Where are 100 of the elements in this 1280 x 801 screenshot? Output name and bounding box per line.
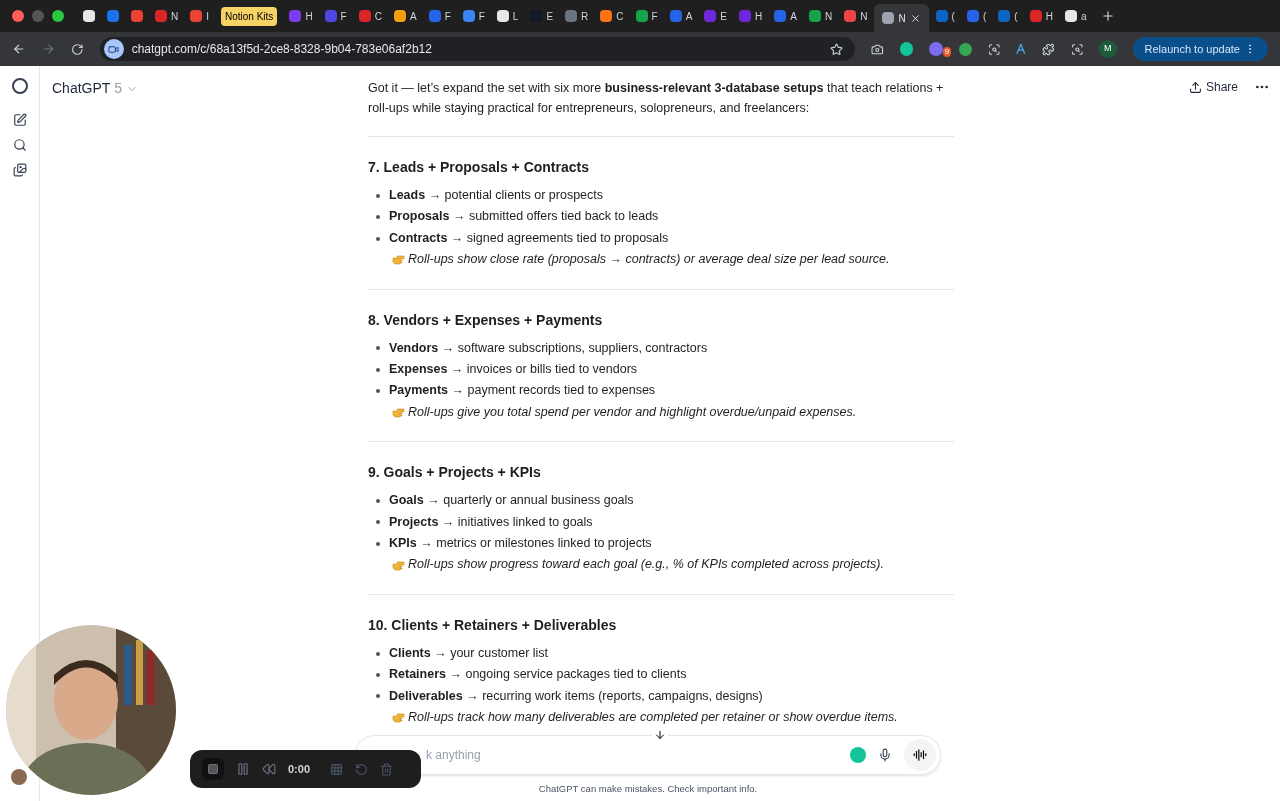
tab-label: F	[651, 9, 658, 24]
model-selector[interactable]: ChatGPT 5	[52, 78, 139, 99]
recording-time: 0:00	[288, 761, 311, 777]
roll-up-note: Roll-ups track how many deliverables are completed per retainer or show overdue items.	[408, 709, 898, 727]
browser-tab[interactable]: F	[423, 4, 456, 28]
tab-label: (	[951, 9, 955, 24]
bullet-icon	[376, 673, 380, 677]
maximize-window-icon[interactable]	[52, 10, 64, 22]
roll-up-note: Roll-ups give you total spend per vendor and highlight overdue/unpaid expenses.	[408, 403, 857, 421]
browser-tab[interactable]: N	[150, 4, 184, 28]
bullet-icon	[376, 651, 380, 656]
pause-icon[interactable]	[236, 762, 250, 776]
browser-tab[interactable]: F	[630, 4, 663, 28]
list-item-text: Retainers → ongoing service packages tied to clients	[389, 666, 687, 684]
bullet-icon	[376, 541, 380, 546]
rewind-icon[interactable]	[262, 762, 276, 776]
restart-icon[interactable]	[355, 762, 369, 776]
tab-label: N	[860, 9, 868, 24]
browser-tab[interactable]: L	[491, 4, 524, 28]
bullet-icon	[376, 193, 380, 198]
bullet-icon	[376, 498, 380, 503]
tab-label: N	[171, 9, 179, 24]
browser-tab[interactable]: R	[560, 4, 594, 28]
browser-tab[interactable]: E	[525, 4, 559, 28]
reload-icon[interactable]	[71, 42, 84, 56]
address-bar[interactable]: chatgpt.com/c/68a13f5d-2ce8-8328-9b04-783e06af2b12	[99, 37, 856, 61]
browser-tab[interactable]: N	[874, 4, 929, 32]
browser-tab[interactable]: F	[457, 4, 490, 28]
close-window-icon[interactable]	[12, 10, 24, 22]
tab-label: F	[478, 9, 485, 24]
bullet-icon	[376, 389, 380, 394]
video-site-icon	[103, 39, 124, 59]
play-extension-icon[interactable]	[959, 42, 972, 56]
bullet-icon	[376, 367, 380, 372]
section-heading: 9. Goals + Projects + KPIs	[368, 463, 542, 483]
tab-label: C	[616, 9, 624, 24]
bullet-icon	[376, 694, 380, 699]
extensions-icon[interactable]	[1042, 42, 1055, 56]
share-button[interactable]: Share	[1188, 78, 1238, 96]
browser-tab[interactable]: E	[699, 4, 732, 28]
pointing-hand-icon	[392, 407, 405, 419]
tab-label: Notion Kits	[221, 6, 278, 26]
tab-label: H	[305, 9, 313, 24]
magnifier-extension-icon[interactable]	[987, 42, 1001, 56]
back-icon[interactable]	[12, 42, 26, 56]
tab-label: I	[206, 9, 209, 24]
profile-avatar[interactable]: M	[1099, 40, 1117, 58]
tab-label: F	[340, 9, 347, 24]
voice-waveform-icon	[913, 748, 927, 762]
relaunch-button[interactable]: Relaunch to update	[1132, 37, 1268, 61]
browser-tab[interactable]: N	[839, 4, 873, 28]
browser-tab[interactable]: (	[993, 4, 1023, 28]
browser-tab[interactable]: (	[930, 4, 960, 28]
pointing-hand-icon	[392, 559, 405, 571]
section-heading: 8. Vendors + Expenses + Payments	[368, 310, 604, 330]
new-tab-icon[interactable]	[1101, 9, 1116, 23]
tab-label: (	[1014, 9, 1018, 24]
browser-tab[interactable]: H	[1024, 4, 1058, 28]
user-avatar[interactable]	[11, 769, 27, 785]
browser-tab[interactable]: I	[185, 4, 214, 28]
browser-tab[interactable]: A	[664, 4, 698, 28]
extension-icon[interactable]	[929, 42, 944, 56]
browser-tab[interactable]: H	[284, 4, 318, 28]
tab-label: R	[581, 9, 589, 24]
browser-tab[interactable]: A	[388, 4, 422, 28]
logo-icon[interactable]	[11, 78, 28, 94]
close-tab-icon[interactable]	[909, 12, 921, 24]
stop-icon	[207, 763, 219, 775]
browser-tab[interactable]: C	[353, 4, 387, 28]
list-item-text: Payments → payment records tied to expenses	[389, 382, 656, 400]
microphone-icon[interactable]	[878, 748, 892, 762]
tab-label: H	[1045, 9, 1053, 24]
browser-tab[interactable]: Notion Kits	[216, 4, 283, 28]
tab-search-icon[interactable]	[1070, 42, 1084, 56]
camera-icon[interactable]	[871, 42, 884, 56]
share-icon	[1188, 80, 1202, 94]
pointing-hand-icon	[392, 254, 405, 266]
stop-button[interactable]	[202, 758, 224, 780]
tab-label: C	[374, 9, 382, 24]
disclaimer-text: ChatGPT can make mistakes. Check important info.	[538, 782, 758, 796]
browser-tab[interactable]: N	[803, 4, 838, 28]
browser-tab[interactable]: A	[769, 4, 802, 28]
search-icon[interactable]	[12, 138, 27, 152]
tab-label: F	[444, 9, 451, 24]
new-chat-icon[interactable]	[12, 113, 27, 127]
browser-tab[interactable]: H	[734, 4, 768, 28]
list-item-text: Deliverables → recurring work items (reports, campaigns, designs)	[389, 687, 763, 705]
browser-tab[interactable]: F	[319, 4, 352, 28]
compass-extension-icon[interactable]	[1016, 43, 1026, 55]
intro-paragraph: Got it — let’s expand the set with six more business-relevant 3-database setups that teach relations + roll-ups while staying practical for entrepreneurs, solopreneurs, and freelancers:	[368, 80, 945, 117]
section-heading: 10. Clients + Retainers + Deliverables	[368, 615, 618, 635]
library-icon[interactable]	[12, 163, 27, 177]
voice-mode-button[interactable]	[904, 739, 936, 771]
bullet-icon	[376, 346, 380, 351]
browser-tab[interactable]: C	[595, 4, 629, 28]
browser-tab[interactable]: a	[1059, 4, 1092, 28]
list-item-text: Vendors → software subscriptions, suppliers, contractors	[389, 339, 708, 357]
bookmark-star-icon[interactable]	[830, 42, 844, 56]
grammar-extension-icon[interactable]	[899, 42, 914, 56]
browser-tab[interactable]: (	[961, 4, 992, 28]
